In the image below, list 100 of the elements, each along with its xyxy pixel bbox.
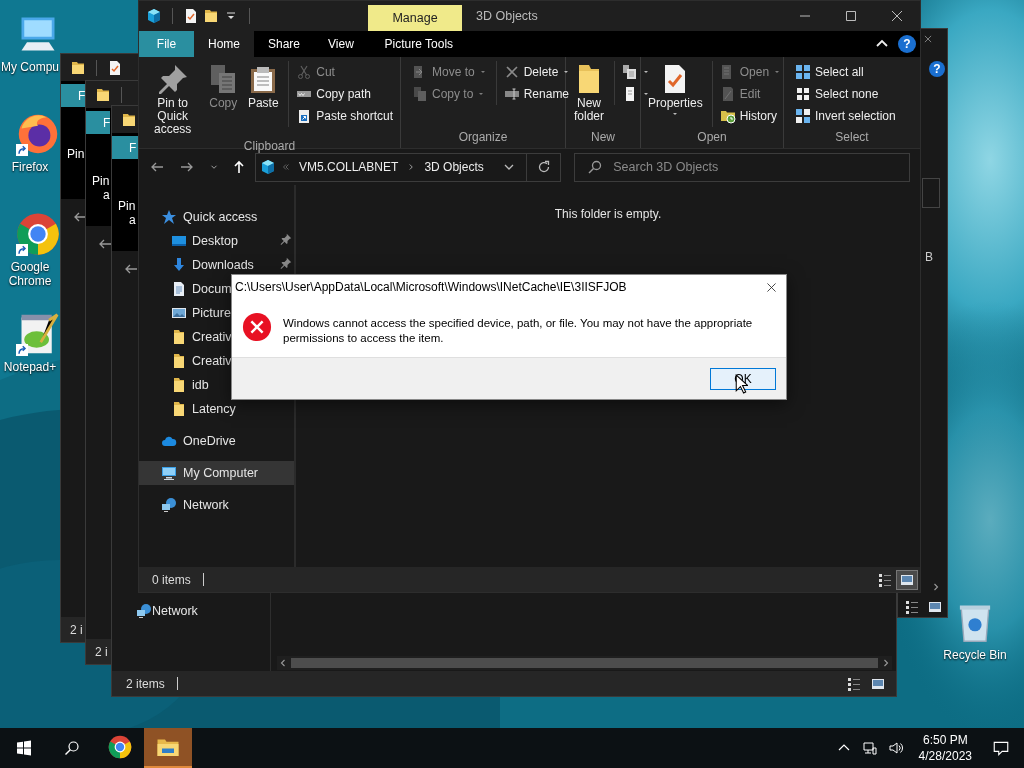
breadcrumb[interactable]: VM5.COLLABNET <box>296 160 402 174</box>
history-icon <box>719 108 736 124</box>
properties-button[interactable]: Properties <box>645 61 706 120</box>
paste-button[interactable]: Paste <box>244 61 283 112</box>
nav-item[interactable]: Quick access <box>139 205 294 229</box>
select-all-button[interactable]: Select all <box>792 61 899 83</box>
download-icon <box>171 257 187 273</box>
network-icon <box>161 497 177 513</box>
search-input[interactable]: Search 3D Objects <box>611 159 909 175</box>
thumbnail-view-icon[interactable] <box>927 599 943 615</box>
pin-to-quick-access-button[interactable]: Pin to Quick access <box>143 61 203 138</box>
invert-selection-button[interactable]: Invert selection <box>792 105 899 127</box>
network-icon[interactable] <box>861 740 878 756</box>
ribbon-tab[interactable]: Share <box>254 31 315 57</box>
folder-icon <box>171 377 187 393</box>
details-view-icon[interactable] <box>904 599 920 615</box>
nav-item[interactable]: Network <box>112 599 270 623</box>
nav-item[interactable]: Desktop <box>139 229 294 253</box>
details-view-icon <box>877 571 893 588</box>
pin-to-quick-access-button[interactable]: Pin a <box>118 199 136 227</box>
close-icon[interactable] <box>889 8 905 24</box>
document-check-icon[interactable] <box>107 59 123 76</box>
close-icon[interactable] <box>923 34 933 44</box>
folder-icon <box>171 401 187 417</box>
item-count: 2 items <box>126 676 165 691</box>
double-chevron-icon[interactable] <box>281 162 291 172</box>
item-count: 2 i <box>70 622 83 637</box>
browser-icon[interactable] <box>16 212 60 256</box>
pin-to-quick-access-button[interactable]: Pin a <box>92 174 110 202</box>
manage-tab[interactable]: Manage <box>368 5 462 31</box>
nav-item[interactable]: Network <box>139 493 294 517</box>
group-label: Open <box>696 129 728 146</box>
help-button[interactable]: ? <box>929 61 945 77</box>
breadcrumb[interactable]: 3D Objects <box>421 160 487 174</box>
document-icon <box>171 281 187 297</box>
grid-icon <box>795 86 811 102</box>
notification-icon[interactable] <box>992 739 1010 757</box>
close-icon[interactable] <box>765 280 778 294</box>
window-title: 3D Objects <box>475 8 538 25</box>
nav-item[interactable]: Downloads <box>139 253 294 277</box>
folder-icon[interactable] <box>121 111 137 128</box>
pin-icon <box>156 63 189 95</box>
address-bar[interactable]: VM5.COLLABNET 3D Objects <box>255 152 562 182</box>
clock-date[interactable]: 4/28/2023 <box>918 748 972 764</box>
group-label: Select <box>834 129 870 146</box>
size-text: B <box>925 250 933 264</box>
folder-icon <box>171 353 187 369</box>
group-label: New <box>590 129 616 146</box>
nav-item[interactable]: My Computer <box>139 461 294 485</box>
item-count: 2 i <box>95 644 108 659</box>
desktop-icon-label: Recycle Bin <box>942 648 1008 662</box>
folder-icon <box>171 329 187 345</box>
error-message: Windows cannot access the specified device, path, or file. You may not have the appropriate permissions to access the item. <box>283 316 754 346</box>
group-label: Clipboard <box>242 138 297 155</box>
documents-icon <box>622 64 638 80</box>
empty-folder-message: This folder is empty. <box>554 207 662 223</box>
search-field[interactable]: Search 3D Objects <box>574 152 910 182</box>
document-check-icon[interactable] <box>183 8 199 24</box>
paste-shortcut-button[interactable]: Paste shortcut <box>293 105 396 127</box>
folder-icon[interactable] <box>70 59 86 76</box>
clock-time[interactable]: 6:50 PM <box>922 732 968 748</box>
volume-icon[interactable] <box>887 740 904 756</box>
image-icon <box>171 305 187 321</box>
browser-icon <box>108 735 132 759</box>
ribbon-tab[interactable]: File <box>139 31 194 57</box>
ribbon-tab[interactable]: View <box>314 31 368 57</box>
ribbon-tab[interactable]: Home <box>194 31 254 57</box>
history-button[interactable]: History <box>716 105 785 127</box>
error-icon <box>242 312 272 342</box>
browser-icon[interactable] <box>16 112 60 156</box>
computer-icon <box>161 465 177 481</box>
star-icon <box>161 209 177 225</box>
ribbon-tab[interactable]: F <box>61 84 85 107</box>
help-button[interactable]: ? <box>898 35 916 53</box>
ribbon-tab[interactable]: F <box>112 136 138 159</box>
thumbnail-view-button[interactable] <box>896 569 918 590</box>
nav-item[interactable]: Latency <box>139 397 294 421</box>
copy-icon <box>412 86 428 102</box>
scissors-icon <box>296 64 313 80</box>
pin-to-quick-access-button[interactable]: Pin <box>67 147 85 161</box>
windows-logo-icon <box>16 740 32 756</box>
folder-icon[interactable] <box>95 86 111 103</box>
maximize-icon[interactable] <box>843 8 859 24</box>
select-none-button[interactable]: Select none <box>792 83 899 105</box>
ribbon-tab[interactable]: Picture Tools <box>371 31 466 57</box>
search-icon <box>587 159 604 175</box>
folder-icon[interactable] <box>203 8 219 24</box>
delete-icon <box>503 64 520 80</box>
search-icon <box>64 740 80 756</box>
details-view-icon[interactable] <box>846 675 862 692</box>
copy-path-button[interactable]: Copy path <box>293 83 396 105</box>
network-icon <box>136 603 152 619</box>
nav-item[interactable]: OneDrive <box>139 429 294 453</box>
dialog-title: C:\Users\User\AppData\Local\Microsoft\Windows\INetCache\IE\3IISFJOB <box>235 280 627 294</box>
desktop-icon-label: Notepad+ <box>2 360 58 374</box>
ribbon-tab[interactable]: F <box>86 111 110 134</box>
cube-icon[interactable] <box>146 8 162 24</box>
horizontal-scrollbar[interactable] <box>277 656 892 670</box>
desktop-icon-label: Google Chrome <box>7 260 53 288</box>
search-field[interactable] <box>922 178 940 208</box>
